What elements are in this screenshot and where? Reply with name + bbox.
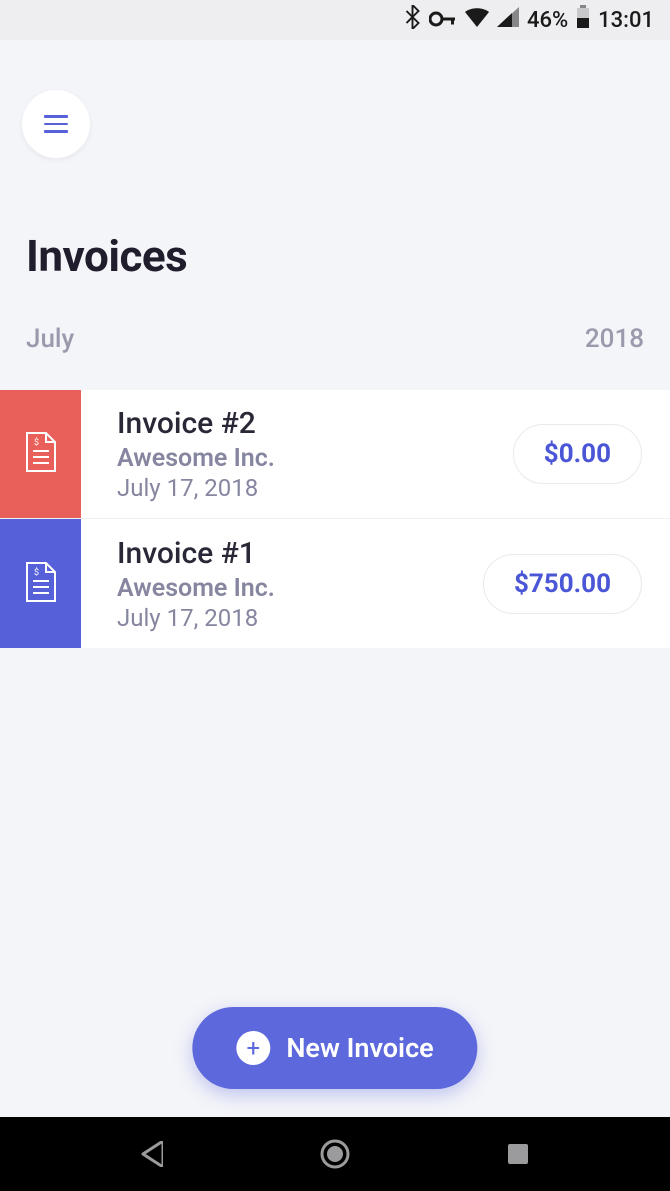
invoice-list: $ Invoice #2 Awesome Inc. July 17, 2018 … bbox=[0, 390, 670, 648]
hamburger-icon bbox=[44, 115, 68, 133]
back-button[interactable] bbox=[134, 1136, 170, 1172]
home-button[interactable] bbox=[317, 1136, 353, 1172]
period-row: July 2018 bbox=[0, 324, 670, 354]
invoice-date: July 17, 2018 bbox=[117, 474, 495, 502]
invoice-info: Invoice #2 Awesome Inc. July 17, 2018 bbox=[81, 390, 513, 518]
invoice-company: Awesome Inc. bbox=[117, 574, 465, 603]
status-icons: 46% 13:01 bbox=[404, 5, 654, 35]
invoice-title: Invoice #1 bbox=[117, 536, 465, 571]
recent-button[interactable] bbox=[500, 1136, 536, 1172]
period-year: 2018 bbox=[585, 324, 644, 354]
new-invoice-button[interactable]: + New Invoice bbox=[192, 1007, 477, 1089]
invoice-info: Invoice #1 Awesome Inc. July 17, 2018 bbox=[81, 519, 483, 648]
invoice-status-strip: $ bbox=[0, 390, 81, 518]
content-area: Invoices July 2018 $ Invoice bbox=[0, 40, 670, 1117]
svg-text:$: $ bbox=[34, 437, 39, 448]
invoice-status-strip: $ bbox=[0, 519, 81, 648]
status-bar: 46% 13:01 bbox=[0, 0, 670, 40]
new-invoice-label: New Invoice bbox=[286, 1032, 433, 1064]
period-month: July bbox=[26, 324, 74, 354]
wifi-icon bbox=[465, 7, 489, 33]
document-icon: $ bbox=[24, 431, 58, 477]
clock-time: 13:01 bbox=[598, 8, 654, 33]
battery-icon bbox=[576, 5, 590, 35]
invoice-title: Invoice #2 bbox=[117, 406, 495, 441]
bluetooth-icon bbox=[404, 5, 421, 35]
svg-text:$: $ bbox=[34, 567, 39, 578]
android-nav-bar bbox=[0, 1117, 670, 1191]
invoice-company: Awesome Inc. bbox=[117, 444, 495, 473]
menu-button[interactable] bbox=[22, 90, 90, 158]
battery-percent: 46% bbox=[527, 8, 568, 33]
page-title: Invoices bbox=[26, 230, 187, 282]
invoice-amount: $0.00 bbox=[513, 424, 642, 484]
document-icon: $ bbox=[24, 561, 58, 607]
invoice-row[interactable]: $ Invoice #1 Awesome Inc. July 17, 2018 … bbox=[0, 519, 670, 648]
signal-icon bbox=[497, 7, 519, 33]
key-icon bbox=[429, 8, 457, 33]
invoice-row[interactable]: $ Invoice #2 Awesome Inc. July 17, 2018 … bbox=[0, 390, 670, 519]
invoice-date: July 17, 2018 bbox=[117, 604, 465, 632]
invoice-amount: $750.00 bbox=[483, 554, 642, 614]
plus-icon: + bbox=[236, 1031, 270, 1065]
